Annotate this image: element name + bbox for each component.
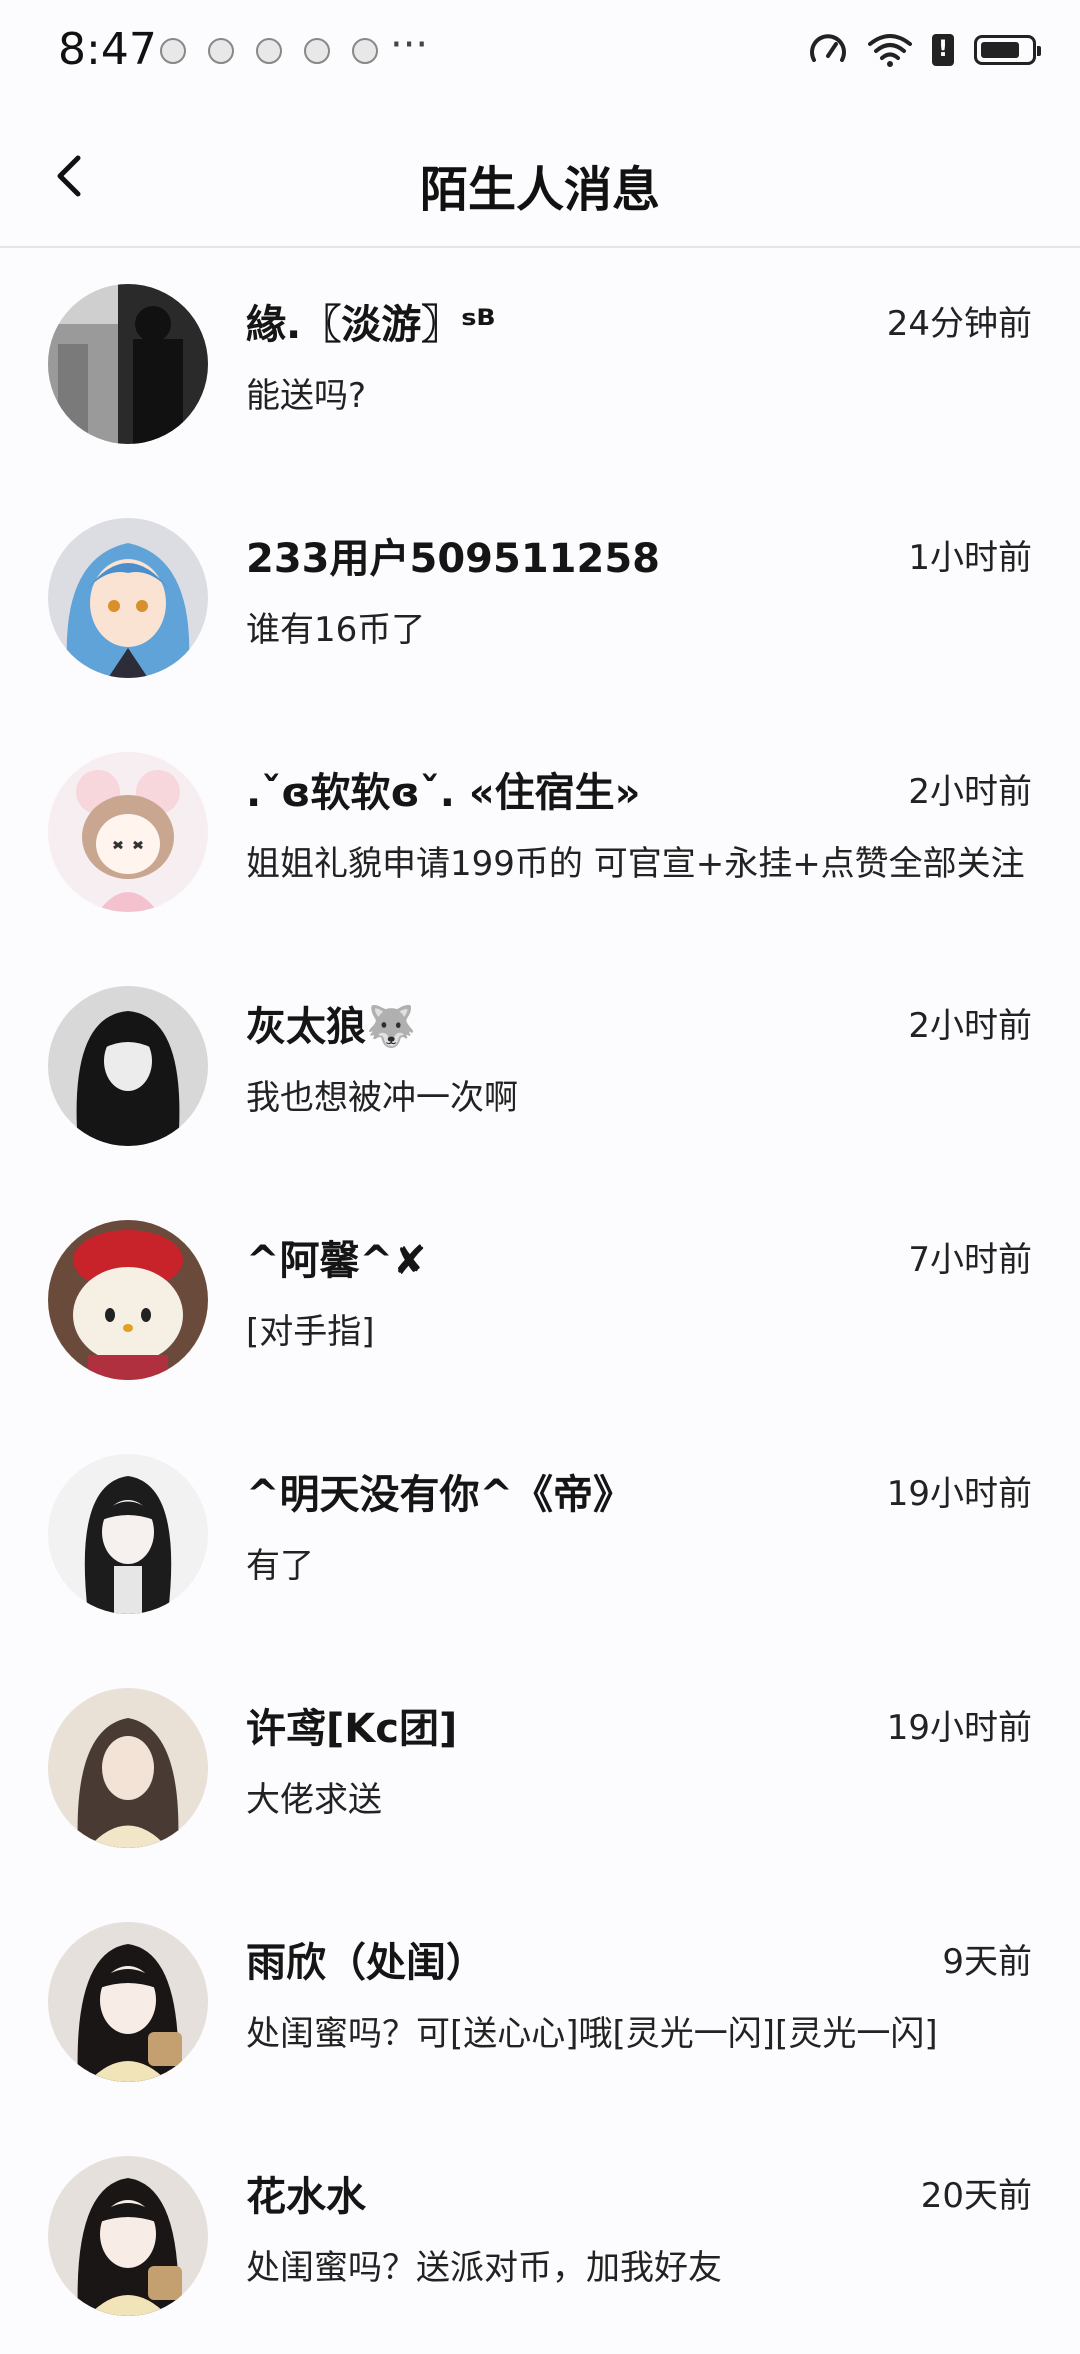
message-time: 9天前 [942,1942,1032,1982]
contact-name: ^阿馨^✘ [246,1238,427,1284]
contact-name: 许鸢[Kc团] [246,1706,458,1752]
alert-icon: ! [932,34,954,66]
app-notification-icon [208,38,234,64]
header: 陌生人消息 [0,104,1080,248]
message-preview: [对手指] [246,1312,375,1352]
contact-name: 雨欣（处闺） [246,1940,486,1986]
avatar [48,1454,208,1614]
conversation-item[interactable]: .ˇɞ软软ɞˇ. «住宿生» 2小时前 姐姐礼貌申请199币的 可官宣+永挂+点… [0,716,1080,950]
message-time: 1小时前 [908,538,1032,578]
message-time: 2小时前 [908,1006,1032,1046]
conversation-list: 緣.〖淡游〗ˢᴮ 24分钟前 能送吗? 233用户509511258 1小时前 … [0,248,1080,2354]
message-time: 19小时前 [886,1708,1032,1748]
app-notification-icon [160,38,186,64]
conversation-item[interactable]: ^阿馨^✘ 7小时前 [对手指] [0,1184,1080,1418]
app-notification-icon [304,38,330,64]
contact-name: ^明天没有你^《帝》 [246,1472,634,1518]
avatar [48,2156,208,2316]
message-time: 20天前 [920,2176,1032,2216]
conversation-item[interactable]: 花水水 20天前 处闺蜜吗？送派对币，加我好友 [0,2120,1080,2354]
conversation-item[interactable]: 233用户509511258 1小时前 谁有16币了 [0,482,1080,716]
wifi-icon [868,34,912,67]
contact-name: .ˇɞ软软ɞˇ. «住宿生» [246,770,641,816]
speed-icon [810,34,846,62]
conversation-item[interactable]: 緣.〖淡游〗ˢᴮ 24分钟前 能送吗? [0,248,1080,482]
message-time: 7小时前 [908,1240,1032,1280]
message-time: 19小时前 [886,1474,1032,1514]
notification-icons [160,38,378,64]
message-preview: 姐姐礼貌申请199币的 可官宣+永挂+点赞全部关注 [246,844,1025,884]
avatar [48,1220,208,1380]
message-preview: 处闺蜜吗？送派对币，加我好友 [246,2248,722,2288]
conversation-item[interactable]: 许鸢[Kc团] 19小时前 大佬求送 [0,1652,1080,1886]
message-time: 24分钟前 [886,304,1032,344]
message-preview: 处闺蜜吗？可[送心心]哦[灵光一闪][灵光一闪] [246,2014,938,2054]
contact-name: 233用户509511258 [246,536,660,582]
status-right: ! [808,30,1041,70]
conversation-item[interactable]: 雨欣（处闺） 9天前 处闺蜜吗？可[送心心]哦[灵光一闪][灵光一闪] [0,1886,1080,2120]
message-preview: 有了 [246,1546,314,1586]
app-notification-icon [352,38,378,64]
contact-name: 花水水 [246,2174,366,2220]
more-notifications-icon: ··· [390,22,429,68]
app-notification-icon [256,38,282,64]
avatar [48,752,208,912]
avatar [48,986,208,1146]
avatar [48,1688,208,1848]
battery-icon [974,35,1041,65]
conversation-item[interactable]: 灰太狼🐺 2小时前 我也想被冲一次啊 [0,950,1080,1184]
contact-name: 灰太狼🐺 [246,1004,416,1050]
message-preview: 我也想被冲一次啊 [246,1078,518,1118]
message-time: 2小时前 [908,772,1032,812]
conversation-item[interactable]: ^明天没有你^《帝》 19小时前 有了 [0,1418,1080,1652]
page-title: 陌生人消息 [419,162,660,218]
avatar [48,284,208,444]
avatar [48,1922,208,2082]
message-preview: 大佬求送 [246,1780,382,1820]
contact-name: 緣.〖淡游〗ˢᴮ [246,302,496,348]
message-preview: 谁有16币了 [246,610,426,650]
message-preview: 能送吗? [246,376,367,416]
status-time: 8:47 [58,24,157,75]
avatar [48,518,208,678]
status-bar: 8:47 ··· ! [0,0,1080,104]
